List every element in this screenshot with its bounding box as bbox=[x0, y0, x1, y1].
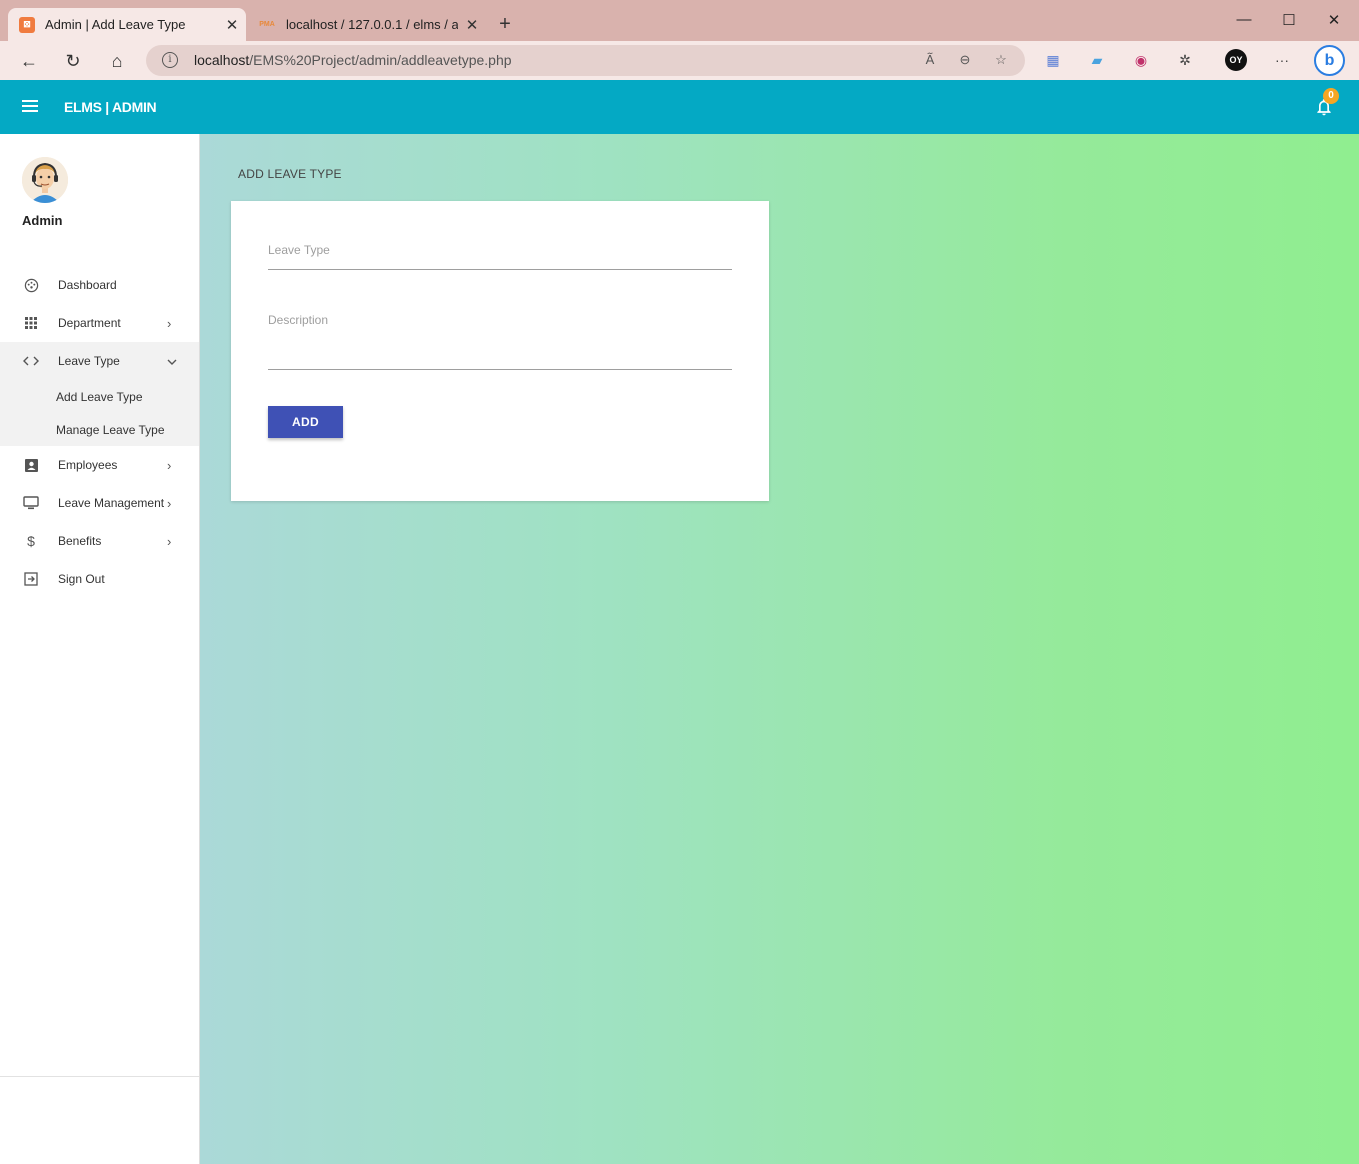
chevron-right-icon: › bbox=[167, 315, 172, 331]
avatar bbox=[22, 157, 68, 203]
main-content: ADD LEAVE TYPE Leave Type Description AD… bbox=[200, 134, 1359, 1164]
close-tab-icon[interactable]: ✕ bbox=[458, 16, 486, 34]
browser-tab-inactive[interactable]: PMA localhost / 127.0.0.1 / elms / adm ✕ bbox=[252, 8, 486, 41]
code-icon bbox=[23, 353, 39, 369]
description-field[interactable]: Description bbox=[268, 313, 732, 370]
split-screen-icon[interactable]: ▦ bbox=[1043, 50, 1063, 70]
add-leave-type-card: Leave Type Description ADD bbox=[231, 201, 769, 501]
zoom-icon[interactable]: ⊖ bbox=[955, 52, 975, 68]
oy-extension-icon[interactable]: OY bbox=[1225, 49, 1247, 71]
leave-type-label: Leave Type bbox=[268, 243, 330, 257]
user-name: Admin bbox=[22, 213, 63, 228]
sidebar-item-leave-management[interactable]: Leave Management › bbox=[0, 484, 199, 522]
dashboard-icon bbox=[23, 277, 39, 293]
bing-icon[interactable]: b bbox=[1314, 45, 1345, 76]
menu-toggle-icon[interactable] bbox=[22, 100, 38, 114]
more-menu-icon[interactable]: ··· bbox=[1272, 50, 1292, 70]
sidebar-item-label: Leave Type bbox=[58, 354, 120, 368]
sidebar-item-sign-out[interactable]: Sign Out bbox=[0, 560, 199, 598]
read-aloud-icon[interactable]: A᷉ bbox=[920, 52, 940, 67]
tab-title: Admin | Add Leave Type bbox=[45, 17, 186, 32]
page-title: ADD LEAVE TYPE bbox=[238, 167, 342, 181]
leave-type-submenu: Add Leave Type Manage Leave Type bbox=[0, 380, 199, 446]
reload-icon[interactable]: ↻ bbox=[60, 48, 86, 74]
dollar-icon: $ bbox=[27, 533, 35, 549]
sidebar-subitem-add-leave-type[interactable]: Add Leave Type bbox=[0, 380, 199, 413]
minimize-icon[interactable]: — bbox=[1234, 11, 1254, 28]
sidebar-item-dashboard[interactable]: Dashboard bbox=[0, 266, 199, 304]
favorite-icon[interactable]: ☆ bbox=[991, 52, 1011, 68]
tab-title: localhost / 127.0.0.1 / elms / adm bbox=[286, 17, 458, 32]
sidebar-item-leave-type[interactable]: Leave Type bbox=[0, 342, 199, 380]
app-header: ELMS | ADMIN 0 bbox=[0, 80, 1359, 134]
notification-badge: 0 bbox=[1323, 88, 1339, 104]
avatar-image bbox=[22, 157, 68, 203]
description-label: Description bbox=[268, 313, 329, 327]
sidebar-item-benefits[interactable]: $ Benefits › bbox=[0, 522, 199, 560]
browser-toolbar: ← ↻ ⌂ i localhost/EMS%20Project/admin/ad… bbox=[0, 41, 1359, 80]
sidebar-item-department[interactable]: Department › bbox=[0, 304, 199, 342]
collections-icon[interactable]: ▰ bbox=[1087, 50, 1107, 70]
xampp-icon: ⊠ bbox=[19, 16, 35, 33]
chevron-right-icon: › bbox=[167, 457, 172, 473]
browser-tab-active[interactable]: ⊠ Admin | Add Leave Type ✕ bbox=[8, 8, 246, 41]
sidebar-item-label: Sign Out bbox=[58, 572, 105, 586]
chevron-right-icon: › bbox=[167, 533, 172, 549]
url-text[interactable]: localhost/EMS%20Project/admin/addleavety… bbox=[194, 52, 512, 68]
sidebar-divider bbox=[0, 1076, 199, 1077]
home-icon[interactable]: ⌂ bbox=[104, 48, 130, 74]
sidebar-item-label: Leave Management bbox=[58, 496, 165, 510]
browser-titlebar: ⊠ Admin | Add Leave Type ✕ PMA localhost… bbox=[0, 0, 1359, 41]
new-tab-icon[interactable]: + bbox=[494, 13, 516, 36]
account-box-icon bbox=[23, 457, 39, 473]
phpmyadmin-icon: PMA bbox=[259, 21, 275, 28]
chevron-right-icon: › bbox=[167, 495, 172, 511]
brand-title[interactable]: ELMS | ADMIN bbox=[64, 99, 157, 115]
sidebar-item-employees[interactable]: Employees › bbox=[0, 446, 199, 484]
back-icon[interactable]: ← bbox=[16, 48, 42, 74]
sidebar-item-label: Department bbox=[58, 316, 121, 330]
desktop-icon bbox=[23, 495, 39, 511]
sidebar-item-label: Employees bbox=[58, 458, 118, 472]
add-button[interactable]: ADD bbox=[268, 406, 343, 438]
sign-out-icon bbox=[23, 571, 39, 587]
apps-grid-icon bbox=[23, 315, 39, 331]
sidebar-item-label: Dashboard bbox=[58, 278, 117, 292]
close-tab-icon[interactable]: ✕ bbox=[218, 16, 246, 34]
site-info-icon[interactable]: i bbox=[162, 52, 178, 68]
sidebar: Admin Dashboard Department › Leave Type bbox=[0, 134, 200, 1164]
extensions-icon[interactable]: ✲ bbox=[1175, 50, 1195, 70]
sidebar-menu: Dashboard Department › Leave Type Add Le… bbox=[0, 266, 199, 598]
address-bar[interactable]: i localhost/EMS%20Project/admin/addleave… bbox=[146, 45, 1025, 76]
color-wheel-icon[interactable]: ◉ bbox=[1131, 50, 1151, 70]
maximize-icon[interactable]: ☐ bbox=[1279, 11, 1299, 29]
sidebar-subitem-manage-leave-type[interactable]: Manage Leave Type bbox=[0, 413, 199, 446]
close-window-icon[interactable]: ✕ bbox=[1324, 11, 1344, 29]
leave-type-field[interactable]: Leave Type bbox=[268, 243, 732, 270]
sidebar-item-label: Benefits bbox=[58, 534, 102, 548]
chevron-down-icon bbox=[167, 354, 177, 369]
